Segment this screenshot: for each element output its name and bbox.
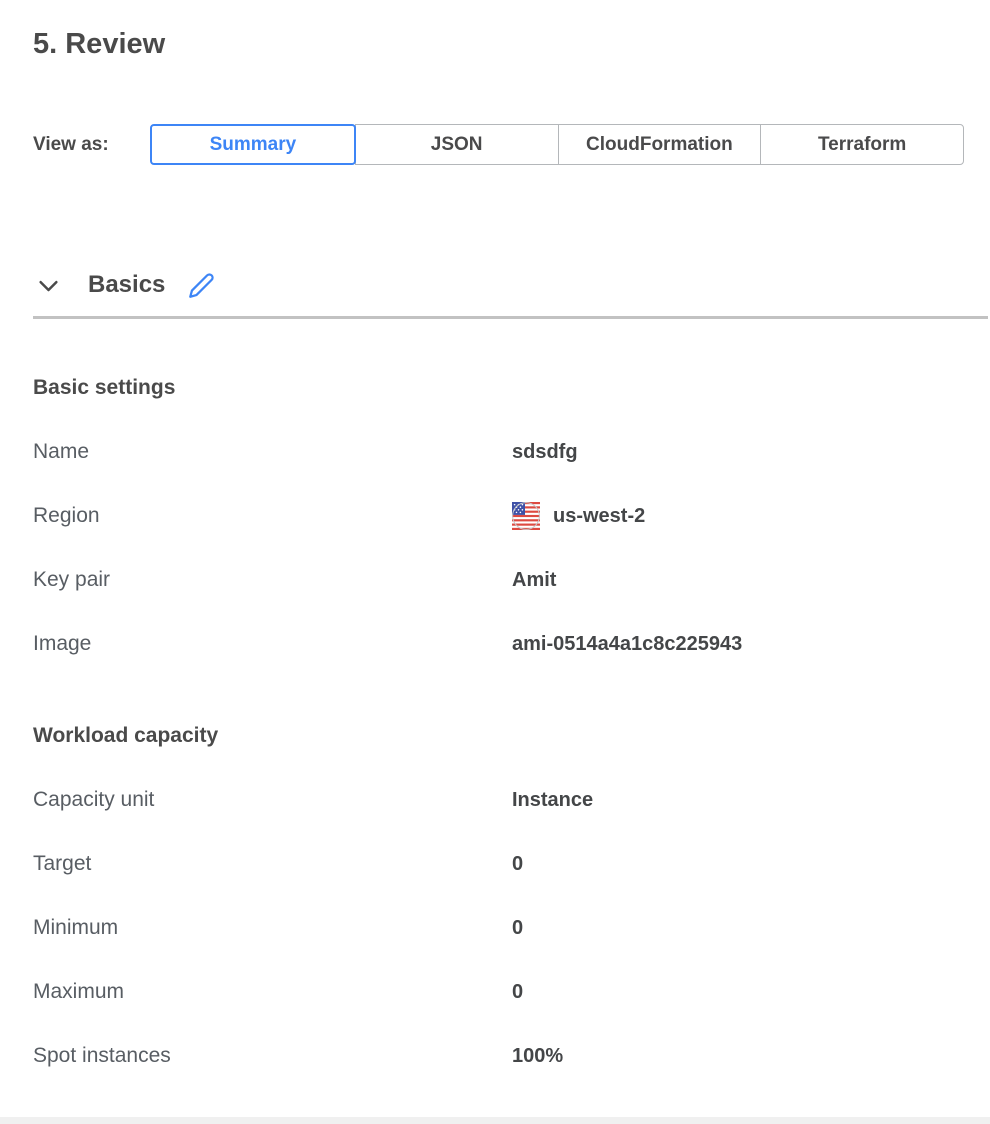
summary-row: Capacity unit <box>33 788 964 812</box>
row-value-text: 0 <box>512 981 523 1004</box>
group-heading: Workload capacity <box>33 724 964 748</box>
view-as-tab-terraform[interactable]: Terraform <box>760 124 964 165</box>
row-label: Name <box>33 440 512 464</box>
review-page: 5. Review View as: SummaryJSONCloudForma… <box>0 26 990 1068</box>
row-value: Instance <box>512 789 593 812</box>
pencil-icon[interactable] <box>188 272 215 299</box>
summary-row: Maximum <box>33 980 964 1004</box>
row-label: Key pair <box>33 568 512 592</box>
row-label: Image <box>33 632 512 656</box>
view-as-tabs: SummaryJSONCloudFormationTerraform <box>150 124 964 165</box>
section-title: Basics <box>88 271 165 299</box>
row-value-text: 100% <box>512 1045 563 1068</box>
row-label: Minimum <box>33 916 512 940</box>
summary-groups: Basic settings Name <box>33 376 964 1068</box>
row-value: Amit <box>512 569 556 592</box>
row-label: Region <box>33 504 512 528</box>
row-value-text: us-west-2 <box>553 505 645 528</box>
row-value: ami-0514a4a1c8c225943 <box>512 633 742 656</box>
row-value-text: ami-0514a4a1c8c225943 <box>512 633 742 656</box>
us-flag-icon <box>512 502 540 530</box>
row-value: 100% <box>512 1045 563 1068</box>
summary-row: Spot instances <box>33 1044 964 1068</box>
view-as-tab-cloudformation[interactable]: CloudFormation <box>558 124 762 165</box>
summary-row: Name <box>33 440 964 464</box>
row-value-text: sdsdfg <box>512 441 578 464</box>
view-as-tab-json[interactable]: JSON <box>355 124 559 165</box>
chevron-down-icon[interactable] <box>35 272 62 299</box>
row-label: Spot instances <box>33 1044 512 1068</box>
settings-group: Basic settings Name <box>33 376 964 656</box>
row-value: sdsdfg <box>512 441 578 464</box>
row-value: 0 <box>512 917 523 940</box>
row-value: 0 <box>512 853 523 876</box>
basics-section-header: Basics <box>33 268 964 302</box>
summary-row: Region <box>33 504 964 528</box>
view-as-label: View as: <box>33 134 150 156</box>
summary-row: Minimum <box>33 916 964 940</box>
group-heading: Basic settings <box>33 376 964 400</box>
summary-row: Key pair <box>33 568 964 592</box>
page-title: 5. Review <box>33 26 964 62</box>
view-as-tab-summary[interactable]: Summary <box>150 124 356 165</box>
summary-row: Image <box>33 632 964 656</box>
row-value-text: Amit <box>512 569 556 592</box>
view-as-row: View as: SummaryJSONCloudFormationTerraf… <box>33 124 964 165</box>
row-value-text: 0 <box>512 853 523 876</box>
row-label: Target <box>33 852 512 876</box>
row-value: 0 <box>512 981 523 1004</box>
row-value-text: Instance <box>512 789 593 812</box>
row-label: Maximum <box>33 980 512 1004</box>
row-label: Capacity unit <box>33 788 512 812</box>
row-value: us-west-2 <box>512 502 645 530</box>
next-section-divider <box>0 1117 990 1124</box>
group-rows: Capacity unit <box>33 788 964 1068</box>
summary-row: Target <box>33 852 964 876</box>
section-divider <box>33 316 988 319</box>
group-rows: Name <box>33 440 964 656</box>
row-value-text: 0 <box>512 917 523 940</box>
settings-group: Workload capacity Capacity unit <box>33 724 964 1068</box>
